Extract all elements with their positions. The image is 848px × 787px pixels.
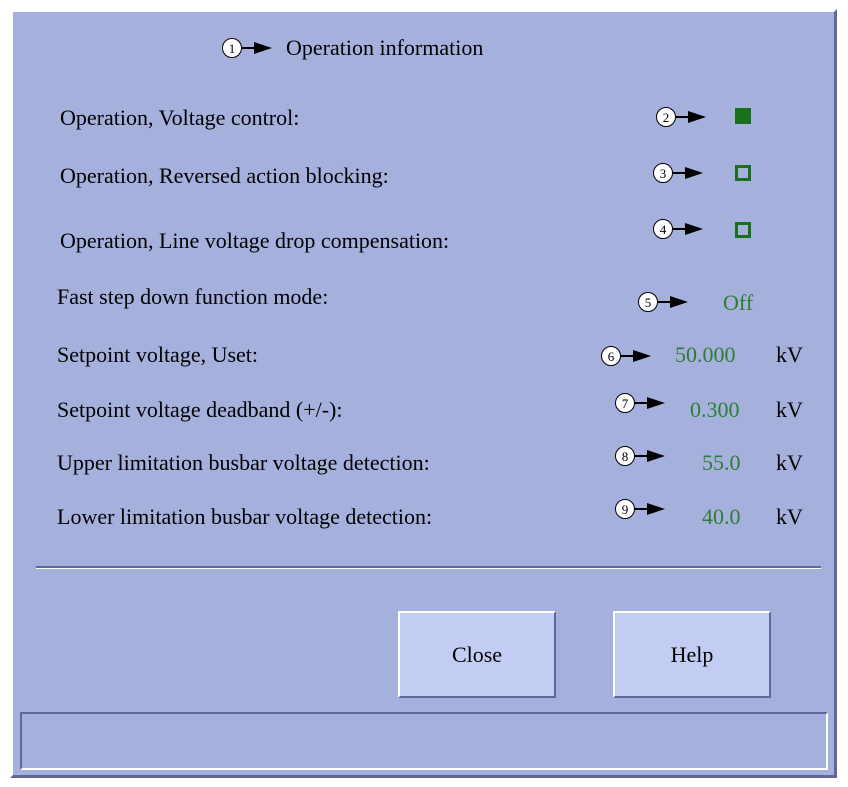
upper-limitation-value: 55.0 bbox=[702, 450, 741, 475]
lower-limitation-value: 40.0 bbox=[702, 504, 741, 529]
fast-step-down-mode-value: Off bbox=[723, 290, 754, 315]
row-label-setpoint-deadband: Setpoint voltage deadband (+/-): bbox=[57, 397, 343, 422]
row-label-voltage-control: Operation, Voltage control: bbox=[60, 105, 300, 130]
callout-number: 8 bbox=[615, 446, 635, 466]
reversed-action-blocking-indicator-icon bbox=[735, 165, 751, 181]
callout-arrow-icon: 4 bbox=[653, 219, 703, 239]
setpoint-deadband-unit: kV bbox=[776, 397, 803, 422]
callout-number: 1 bbox=[222, 38, 242, 58]
arrow-icon bbox=[658, 296, 688, 308]
row-label-setpoint-voltage: Setpoint voltage, Uset: bbox=[57, 342, 259, 367]
lower-limitation-unit: kV bbox=[776, 504, 803, 529]
arrow-icon bbox=[673, 223, 703, 235]
voltage-control-indicator-icon bbox=[735, 108, 751, 124]
arrow-icon bbox=[621, 350, 651, 362]
callout-arrow-icon: 6 bbox=[601, 346, 651, 366]
callout-number: 5 bbox=[638, 292, 658, 312]
dialog-title: 1 Operation information bbox=[222, 34, 483, 62]
callout-number: 3 bbox=[653, 163, 673, 183]
line-voltage-drop-compensation-indicator-icon bbox=[735, 222, 751, 238]
arrow-icon bbox=[242, 42, 272, 54]
dialog-title-text: Operation information bbox=[286, 35, 484, 60]
row-label-line-voltage-drop-compensation: Operation, Line voltage drop compensatio… bbox=[60, 228, 450, 253]
arrow-icon bbox=[676, 111, 706, 123]
callout-arrow-icon: 3 bbox=[653, 163, 703, 183]
setpoint-voltage-value: 50.000 bbox=[675, 342, 736, 367]
row-label-fast-step-down-mode: Fast step down function mode: bbox=[57, 284, 329, 309]
callout-arrow-icon: 2 bbox=[656, 107, 706, 127]
arrow-icon bbox=[635, 450, 665, 462]
arrow-icon bbox=[635, 503, 665, 515]
upper-limitation-unit: kV bbox=[776, 450, 803, 475]
callout-number: 7 bbox=[615, 393, 635, 413]
help-button[interactable]: Help bbox=[613, 611, 771, 698]
callout-number: 2 bbox=[656, 107, 676, 127]
callout-number: 4 bbox=[653, 219, 673, 239]
callout-arrow-icon: 1 bbox=[222, 38, 272, 58]
row-label-lower-limitation: Lower limitation busbar voltage detectio… bbox=[57, 504, 433, 529]
callout-number: 6 bbox=[601, 346, 621, 366]
setpoint-voltage-unit: kV bbox=[776, 342, 803, 367]
arrow-icon bbox=[635, 397, 665, 409]
callout-arrow-icon: 9 bbox=[615, 499, 665, 519]
setpoint-deadband-value: 0.300 bbox=[690, 397, 740, 422]
status-bar bbox=[20, 712, 828, 770]
divider bbox=[36, 566, 821, 569]
arrow-icon bbox=[673, 167, 703, 179]
row-label-reversed-action-blocking: Operation, Reversed action blocking: bbox=[60, 163, 389, 188]
callout-number: 9 bbox=[615, 499, 635, 519]
close-button[interactable]: Close bbox=[398, 611, 556, 698]
callout-arrow-icon: 7 bbox=[615, 393, 665, 413]
row-label-upper-limitation: Upper limitation busbar voltage detectio… bbox=[57, 450, 430, 475]
callout-arrow-icon: 8 bbox=[615, 446, 665, 466]
callout-arrow-icon: 5 bbox=[638, 292, 688, 312]
